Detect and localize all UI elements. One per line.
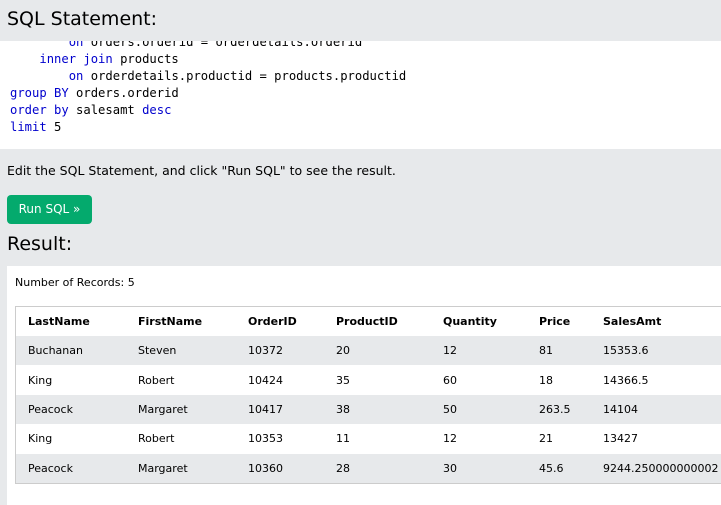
table-cell-productid: 38: [336, 402, 350, 416]
table-header-row: LastName FirstName OrderID ProductID Quantit…: [16, 307, 721, 336]
table-row: King Robert 10424 35 60 18 14366.5: [16, 365, 721, 395]
result-panel: Number of Records: 5 LastName FirstName Or…: [7, 266, 721, 505]
table-cell-productid: 11: [336, 432, 350, 446]
column-header-salesamt: SalesAmt: [603, 315, 662, 328]
table-row: Buchanan Steven 10372 20 12 81 15353.6: [16, 336, 721, 366]
table-cell-firstname: Robert: [138, 373, 175, 387]
sql-text: orders.orderid = orderdetails.orderid: [83, 41, 363, 49]
table-cell-price: 263.5: [539, 402, 571, 416]
table-cell-price: 45.6: [539, 461, 564, 475]
table-row: King Robert 10353 11 12 21 13427: [16, 424, 721, 454]
table-cell-salesamt: 15353.6: [603, 344, 649, 358]
page: SQL Statement: on orders.orderid = order…: [0, 0, 721, 505]
table-cell-salesamt: 9244.250000000002: [603, 461, 719, 475]
result-table: LastName FirstName OrderID ProductID Quantit…: [16, 307, 721, 483]
table-body: Buchanan Steven 10372 20 12 81 15353.6 King Robe…: [16, 336, 721, 483]
table-row: Peacock Margaret 10360 28 30 45.6 9244.2500000…: [16, 453, 721, 483]
sql-keyword: order by: [10, 103, 69, 118]
sql-keyword: on: [68, 41, 84, 49]
sql-code-line: order by salesamt desc: [10, 102, 406, 119]
table-cell-lastname: King: [28, 432, 53, 446]
table-cell-firstname: Margaret: [138, 402, 188, 416]
table-cell-firstname: Robert: [138, 432, 175, 446]
record-count: Number of Records: 5: [15, 276, 135, 289]
instructions-text: Edit the SQL Statement, and click "Run S…: [7, 163, 396, 178]
table-cell-quantity: 30: [443, 461, 457, 475]
sql-text: products: [112, 52, 179, 67]
sql-code-line: on orderdetails.productid = products.pro…: [10, 68, 407, 85]
table-cell-orderid: 10417: [248, 402, 283, 416]
sql-editor[interactable]: on orders.orderid = orderdetails.orderid…: [0, 41, 721, 149]
table-cell-lastname: King: [28, 373, 53, 387]
table-cell-lastname: Peacock: [28, 402, 73, 416]
sql-code-line: inner join products: [10, 51, 406, 68]
sql-text: orders.orderid: [68, 86, 179, 101]
sql-code-line: on orders.orderid = orderdetails.orderid: [10, 41, 406, 51]
result-title: Result:: [7, 233, 73, 255]
table-cell-orderid: 10372: [248, 344, 283, 358]
table-cell-orderid: 10424: [248, 373, 283, 387]
sql-text: orderdetails.productid = products.produc…: [83, 69, 407, 84]
table-cell-firstname: Margaret: [138, 461, 188, 475]
column-header-orderid: OrderID: [248, 315, 297, 328]
sql-text: 5: [46, 120, 62, 135]
table-cell-firstname: Steven: [138, 344, 177, 358]
column-header-price: Price: [539, 315, 571, 328]
sql-keyword: on: [68, 69, 84, 84]
table-cell-orderid: 10360: [248, 461, 283, 475]
table-cell-productid: 35: [336, 373, 350, 387]
column-header-productid: ProductID: [336, 315, 398, 328]
table-cell-price: 81: [539, 344, 553, 358]
table-cell-price: 18: [539, 373, 553, 387]
result-table-wrapper: LastName FirstName OrderID ProductID Quantit…: [15, 306, 721, 484]
table-cell-productid: 20: [336, 344, 350, 358]
table-cell-quantity: 12: [443, 432, 457, 446]
table-cell-price: 21: [539, 432, 553, 446]
sql-keyword: limit: [10, 120, 47, 135]
run-sql-button[interactable]: Run SQL »: [7, 195, 92, 224]
sql-keyword: group BY: [10, 86, 69, 101]
table-cell-salesamt: 14366.5: [603, 373, 649, 387]
sql-code[interactable]: on orders.orderid = orderdetails.orderid…: [10, 41, 406, 137]
column-header-quantity: Quantity: [443, 315, 497, 328]
table-cell-lastname: Peacock: [28, 461, 73, 475]
table-row: Peacock Margaret 10417 38 50 263.5 14104: [16, 394, 721, 425]
sql-keyword: desc: [142, 103, 172, 118]
sql-text: salesamt: [68, 103, 143, 118]
table-cell-orderid: 10353: [248, 432, 283, 446]
sql-statement-title: SQL Statement:: [7, 8, 158, 30]
column-header-lastname: LastName: [28, 315, 90, 328]
table-cell-salesamt: 13427: [603, 432, 638, 446]
sql-code-line: limit 5: [10, 119, 406, 136]
table-cell-productid: 28: [336, 461, 350, 475]
table-cell-quantity: 12: [443, 344, 457, 358]
table-cell-quantity: 50: [443, 402, 457, 416]
column-header-firstname: FirstName: [138, 315, 203, 328]
sql-code-line: group BY orders.orderid: [10, 85, 406, 102]
sql-keyword: inner join: [39, 52, 113, 67]
table-cell-quantity: 60: [443, 373, 457, 387]
table-cell-salesamt: 14104: [603, 402, 638, 416]
table-cell-lastname: Buchanan: [28, 344, 83, 358]
